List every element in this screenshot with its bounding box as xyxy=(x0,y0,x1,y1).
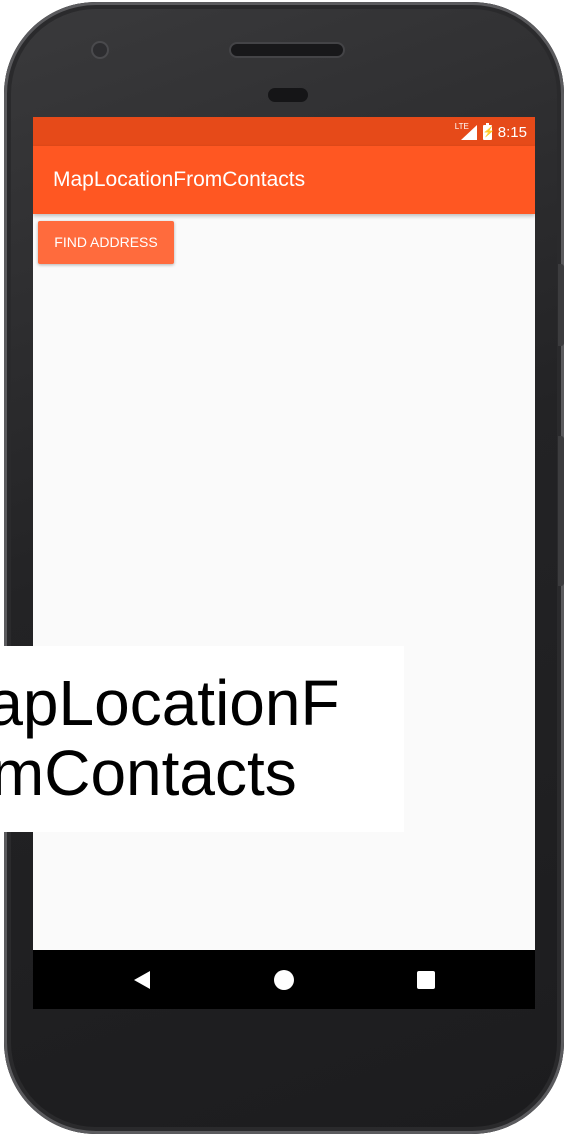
home-icon[interactable] xyxy=(274,970,294,990)
caption-overlay: MapLocationF romContacts xyxy=(0,646,404,832)
caption-text: MapLocationF romContacts xyxy=(0,668,404,808)
proximity-sensor xyxy=(268,88,308,102)
signal-strength-icon xyxy=(460,125,477,140)
recents-icon[interactable] xyxy=(417,971,435,989)
status-icons: LTE ⚡ 8:15 xyxy=(455,122,527,141)
page: LTE ⚡ 8:15 MapLocationFromContacts FIND … xyxy=(0,0,568,1138)
status-time: 8:15 xyxy=(497,123,527,141)
caption-line-1: MapLocationF xyxy=(0,667,340,739)
power-button xyxy=(558,264,564,346)
app-bar: MapLocationFromContacts xyxy=(33,146,535,214)
volume-button xyxy=(558,436,564,586)
status-bar: LTE ⚡ 8:15 xyxy=(33,117,535,146)
front-camera xyxy=(93,43,107,57)
charging-bolt-icon: ⚡ xyxy=(482,126,496,138)
find-address-button[interactable]: FIND ADDRESS xyxy=(38,221,174,264)
app-title: MapLocationFromContacts xyxy=(53,168,306,191)
battery-charging-icon: ⚡ xyxy=(482,122,496,140)
lte-signal-icon: LTE xyxy=(455,122,477,140)
navigation-bar xyxy=(33,950,535,1009)
earpiece-speaker xyxy=(231,44,343,56)
back-icon[interactable] xyxy=(134,971,150,989)
screen: LTE ⚡ 8:15 MapLocationFromContacts FIND … xyxy=(33,117,535,1009)
caption-line-2: romContacts xyxy=(0,737,297,809)
